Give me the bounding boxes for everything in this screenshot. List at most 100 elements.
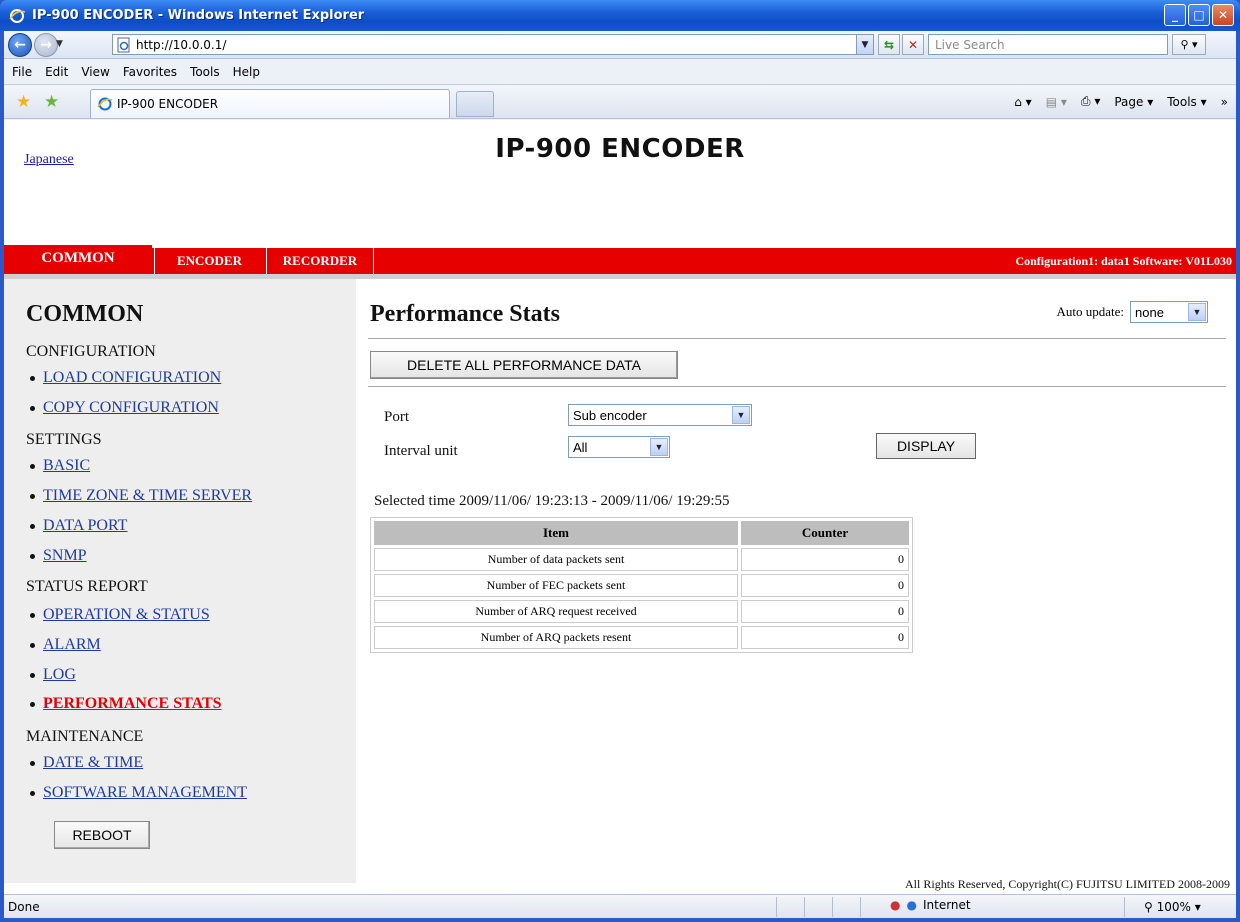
status-bar: Done ● ● Internet ⚲ 100% ▾	[4, 894, 1236, 918]
address-dropdown-icon[interactable]: ▼	[856, 35, 873, 54]
forward-button[interactable]: →	[34, 33, 58, 57]
ie-logo-icon	[9, 8, 26, 23]
row-counter: 0	[741, 626, 909, 649]
sidebar-item-label[interactable]: LOAD CONFIGURATION	[43, 369, 221, 387]
address-field[interactable]: http://10.0.0.1/ ▼	[112, 34, 874, 55]
page-menu[interactable]: Page ▾	[1114, 95, 1153, 109]
section-status-report: STATUS REPORT	[26, 578, 148, 595]
zone-label: Internet	[922, 898, 971, 912]
back-button[interactable]: ←	[8, 33, 32, 57]
display-button[interactable]: DISPLAY	[876, 433, 976, 459]
refresh-icon[interactable]: ⇆	[878, 34, 900, 55]
search-icon[interactable]: ⚲ ▾	[1172, 34, 1206, 55]
row-counter: 0	[741, 574, 909, 597]
close-button[interactable]: ✕	[1212, 4, 1234, 26]
sidebar-item-label[interactable]: PERFORMANCE STATS	[43, 695, 222, 713]
reboot-button[interactable]: REBOOT	[54, 821, 150, 849]
chevron-right-icon[interactable]: »	[1221, 95, 1228, 109]
sidebar-item-alarm[interactable]: ALARM	[30, 636, 101, 654]
section-configuration: CONFIGURATION	[26, 343, 156, 360]
chevron-down-icon[interactable]: ▼	[650, 438, 668, 456]
menu-tools[interactable]: Tools	[190, 65, 220, 79]
sidebar-item-log[interactable]: LOG	[30, 666, 76, 684]
interval-label: Interval unit	[384, 443, 458, 459]
history-dropdown-icon[interactable]: ▼	[56, 39, 63, 49]
divider	[1124, 897, 1125, 917]
home-icon[interactable]: ⌂ ▾	[1014, 95, 1031, 109]
address-toolbar: ← → ▼ http://10.0.0.1/ ▼ ⇆ ✕ Live Search…	[4, 31, 1236, 59]
row-item: Number of data packets sent	[374, 548, 738, 571]
section-settings: SETTINGS	[26, 431, 102, 448]
search-input[interactable]: Live Search	[928, 34, 1168, 55]
menu-favorites[interactable]: Favorites	[123, 65, 177, 79]
page-title: IP-900 ENCODER	[495, 134, 745, 164]
sidebar-item-basic[interactable]: BASIC	[30, 457, 90, 475]
add-favorites-icon[interactable]: ★	[44, 92, 59, 112]
sidebar-item-snmp[interactable]: SNMP	[30, 547, 87, 565]
sidebar-item-label[interactable]: SNMP	[43, 547, 87, 565]
menu-help[interactable]: Help	[233, 65, 260, 79]
delete-all-button[interactable]: DELETE ALL PERFORMANCE DATA	[370, 351, 678, 379]
menu-file[interactable]: File	[12, 65, 32, 79]
chevron-down-icon[interactable]: ▼	[1188, 303, 1206, 321]
header-item: Item	[374, 521, 738, 545]
sidebar-heading: COMMON	[26, 301, 144, 327]
sidebar-item-copy-configuration[interactable]: COPY CONFIGURATION	[30, 399, 219, 417]
favorites-star-icon[interactable]: ★	[16, 92, 31, 112]
sidebar-item-label[interactable]: BASIC	[43, 457, 90, 475]
zoom-control[interactable]: ⚲ 100% ▾	[1144, 900, 1201, 914]
sidebar-item-label[interactable]: LOG	[43, 666, 76, 684]
sidebar-item-label[interactable]: OPERATION & STATUS	[43, 606, 210, 624]
divider	[776, 897, 777, 917]
sidebar-item-performance-stats[interactable]: PERFORMANCE STATS	[30, 695, 222, 713]
chevron-down-icon[interactable]: ▼	[732, 406, 750, 424]
table-row: Number of ARQ request received 0	[374, 600, 909, 623]
stop-icon[interactable]: ✕	[902, 34, 924, 55]
port-select[interactable]: Sub encoder ▼	[568, 404, 752, 426]
tab-recorder[interactable]: RECORDER	[266, 248, 374, 274]
sidebar-item-software-management[interactable]: SOFTWARE MANAGEMENT	[30, 784, 247, 802]
header-counter: Counter	[741, 521, 909, 545]
sidebar-item-time-zone[interactable]: TIME ZONE & TIME SERVER	[30, 487, 252, 505]
menu-view[interactable]: View	[81, 65, 109, 79]
sidebar-item-label[interactable]: ALARM	[43, 636, 101, 654]
tab-encoder[interactable]: ENCODER	[154, 248, 264, 274]
browser-tab[interactable]: IP-900 ENCODER	[90, 89, 450, 118]
sidebar-item-data-port[interactable]: DATA PORT	[30, 517, 127, 535]
divider	[832, 897, 833, 917]
port-label: Port	[384, 409, 410, 425]
sidebar-item-operation-status[interactable]: OPERATION & STATUS	[30, 606, 210, 624]
sidebar-item-load-configuration[interactable]: LOAD CONFIGURATION	[30, 369, 221, 387]
bullet-icon	[30, 553, 35, 559]
sidebar-item-label[interactable]: DATE & TIME	[43, 754, 143, 772]
security-zone[interactable]: ● ● Internet	[890, 898, 971, 912]
sidebar-item-date-time[interactable]: DATE & TIME	[30, 754, 143, 772]
page-icon	[117, 37, 130, 52]
interval-select[interactable]: All ▼	[568, 436, 670, 458]
zoom-value: 100%	[1156, 900, 1191, 914]
port-value: Sub encoder	[573, 407, 647, 423]
print-icon[interactable]: ⎙ ▾	[1081, 94, 1100, 109]
section-maintenance: MAINTENANCE	[26, 728, 144, 745]
bullet-icon	[30, 405, 35, 411]
tools-menu[interactable]: Tools ▾	[1167, 95, 1206, 109]
maximize-button[interactable]: □	[1188, 4, 1210, 26]
new-tab-button[interactable]	[456, 91, 494, 117]
sidebar-item-label[interactable]: DATA PORT	[43, 517, 127, 535]
sidebar-item-label[interactable]: COPY CONFIGURATION	[43, 399, 219, 417]
auto-update-select[interactable]: none ▼	[1130, 301, 1208, 323]
feeds-icon[interactable]: ▤ ▾	[1046, 95, 1067, 109]
table-row: Number of ARQ packets resent 0	[374, 626, 909, 649]
sidebar-item-label[interactable]: SOFTWARE MANAGEMENT	[43, 784, 247, 802]
sidebar-item-label[interactable]: TIME ZONE & TIME SERVER	[43, 487, 252, 505]
menu-edit[interactable]: Edit	[45, 65, 68, 79]
tab-common[interactable]: COMMON	[4, 245, 152, 274]
bullet-icon	[30, 375, 35, 381]
table-header-row: Item Counter	[374, 521, 909, 545]
globe-icon: ●	[906, 898, 917, 912]
config-info: Configuration1: data1 Software: V01L030	[1015, 254, 1232, 268]
copyright: All Rights Reserved, Copyright(C) FUJITS…	[905, 877, 1230, 891]
minimize-button[interactable]: _	[1164, 4, 1186, 26]
browser-frame: ← → ▼ http://10.0.0.1/ ▼ ⇆ ✕ Live Search…	[4, 31, 1236, 918]
bullet-icon	[30, 760, 35, 766]
